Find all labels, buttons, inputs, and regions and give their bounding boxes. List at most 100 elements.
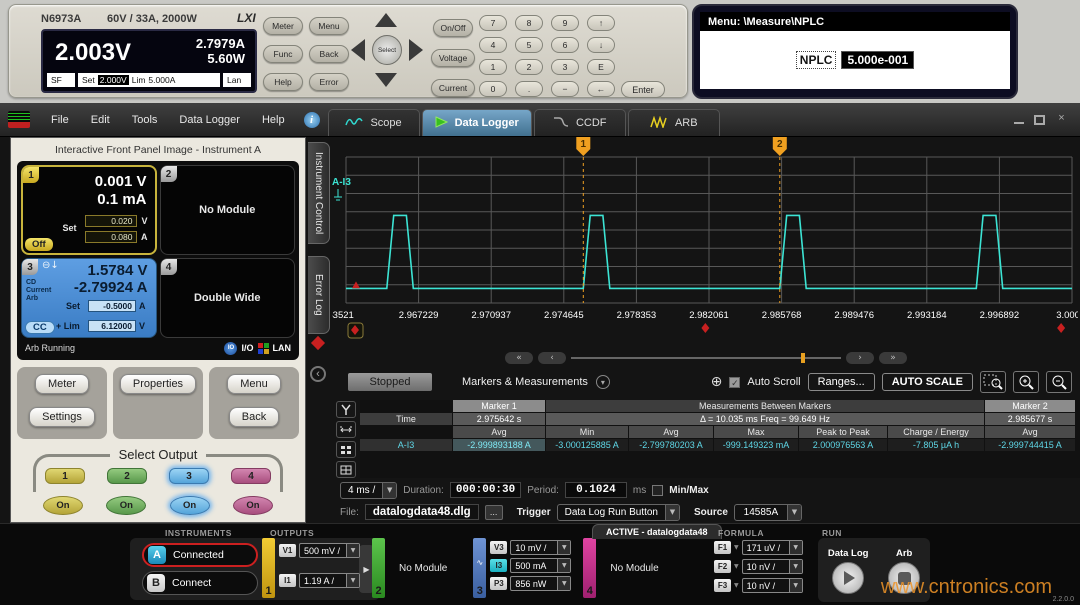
scroll-far-right-button[interactable]: » xyxy=(879,352,907,364)
chevron-down-icon[interactable]: ▾ xyxy=(596,375,610,389)
lan-icon[interactable] xyxy=(258,343,269,354)
current-button[interactable]: Current xyxy=(431,79,475,97)
panel-meter-button[interactable]: Meter xyxy=(35,374,89,394)
keypad-key[interactable]: 9 xyxy=(551,15,579,31)
collapse-panel-button[interactable]: ‹ xyxy=(310,366,326,382)
select-button[interactable]: Select xyxy=(372,35,402,65)
back-button[interactable]: Back xyxy=(309,45,349,63)
keypad-key[interactable]: 3 xyxy=(551,59,579,75)
nav-right-arrow[interactable] xyxy=(409,39,423,61)
keypad-key[interactable]: 8 xyxy=(515,15,543,31)
f2-range-dropdown[interactable]: 10 nV / ▼ xyxy=(742,559,803,574)
keypad-key[interactable]: 4 xyxy=(479,37,507,53)
keypad-key[interactable]: ↓ xyxy=(587,37,615,53)
auto-scroll-checkbox[interactable]: ✓ xyxy=(729,377,740,388)
keypad-key[interactable]: ← xyxy=(587,81,615,97)
keypad-key[interactable]: 2 xyxy=(515,59,543,75)
output-1-on-button[interactable]: On xyxy=(43,496,83,515)
menu-help[interactable]: Help xyxy=(251,114,296,126)
module-4[interactable]: 4 Double Wide xyxy=(160,258,296,338)
chevron-down-icon[interactable]: ▼ xyxy=(557,577,570,590)
scroll-track[interactable] xyxy=(571,357,841,359)
nav-left-arrow[interactable] xyxy=(351,39,365,61)
onoff-button[interactable]: On/Off xyxy=(433,19,473,37)
output-3-on-button[interactable]: On xyxy=(170,496,210,515)
i3-range-dropdown[interactable]: 500 mA ▼ xyxy=(510,558,571,573)
tab-data-logger[interactable]: Data Logger xyxy=(422,109,532,136)
timebase-dropdown[interactable]: 4 ms / ▼ xyxy=(340,482,397,499)
module-3-lim-voltage[interactable]: 6.12000 xyxy=(88,320,136,332)
scroll-right-button[interactable]: › xyxy=(846,352,874,364)
browse-button[interactable]: ... xyxy=(485,505,503,520)
module-3-set-current[interactable]: -0.5000 xyxy=(88,300,136,312)
crosshair-icon[interactable]: ⊕ xyxy=(711,374,723,390)
info-icon[interactable]: i xyxy=(304,112,320,128)
maximize-button[interactable] xyxy=(1034,115,1045,125)
file-name-field[interactable]: datalogdata48.dlg xyxy=(365,504,479,520)
trace-row-label[interactable]: A-I3 xyxy=(360,439,452,451)
active-datalog-tab[interactable]: ACTIVE - datalogdata48 xyxy=(592,524,722,539)
menu-tools[interactable]: Tools xyxy=(121,114,169,126)
scroll-thumb[interactable] xyxy=(801,353,805,363)
waveform-chart[interactable]: 122.9635212.9672292.9709372.9746452.9783… xyxy=(332,137,1080,349)
io-icon[interactable]: IO xyxy=(224,342,237,355)
output-4-on-button[interactable]: On xyxy=(233,496,273,515)
output-2-on-button[interactable]: On xyxy=(106,496,146,515)
ranges-button[interactable]: Ranges... xyxy=(808,373,875,391)
keypad-key[interactable]: 7 xyxy=(479,15,507,31)
output-4-select-button[interactable]: 4 xyxy=(231,468,271,484)
voltage-button[interactable]: Voltage xyxy=(431,49,475,67)
keypad-key[interactable]: 6 xyxy=(551,37,579,53)
minmax-checkbox[interactable] xyxy=(652,485,663,496)
enter-button[interactable]: Enter xyxy=(621,81,665,98)
menu-edit[interactable]: Edit xyxy=(80,114,121,126)
tab-arb[interactable]: ARB xyxy=(628,109,720,136)
value-peak-to-peak[interactable]: 2.000976563 A xyxy=(799,439,887,451)
tab-error-log[interactable]: Error Log xyxy=(308,256,330,334)
period-value[interactable]: 0.1024 xyxy=(565,482,627,498)
keypad-key[interactable]: . xyxy=(515,81,543,97)
v3-range-dropdown[interactable]: 10 mV / ▼ xyxy=(510,540,571,555)
panel-menu-button[interactable]: Menu xyxy=(227,374,281,394)
value-marker1-avg[interactable]: -2.999893188 A xyxy=(453,439,545,451)
chevron-down-icon[interactable]: ▼ xyxy=(557,559,570,572)
minimize-button[interactable] xyxy=(1014,116,1024,124)
f1-range-dropdown[interactable]: 171 uV / ▼ xyxy=(742,540,803,555)
marker-tool-icon[interactable] xyxy=(336,401,356,418)
tab-ccdf[interactable]: CCDF xyxy=(534,109,626,136)
keypad-key[interactable]: E xyxy=(587,59,615,75)
meter-button[interactable]: Meter xyxy=(263,17,303,35)
chevron-down-icon[interactable]: ▼ xyxy=(346,544,359,557)
keypad-key[interactable]: 0 xyxy=(479,81,507,97)
value-max[interactable]: -999.149323 mA xyxy=(714,439,798,451)
module-1-set-current[interactable]: 0.080 xyxy=(85,231,137,243)
zoom-out-button[interactable] xyxy=(1046,371,1072,393)
keypad-key[interactable]: 5 xyxy=(515,37,543,53)
keypad-key[interactable]: ↑ xyxy=(587,15,615,31)
i1-range-dropdown[interactable]: 1.19 A / ▼ xyxy=(299,573,360,588)
scroll-left-button[interactable]: ‹ xyxy=(538,352,566,364)
chevron-down-icon[interactable]: ▼ xyxy=(382,483,396,498)
duration-value[interactable]: 000:00:30 xyxy=(450,482,521,498)
chevron-down-icon[interactable]: ▼ xyxy=(557,541,570,554)
instrument-b-button[interactable]: B Connect xyxy=(142,571,258,595)
nav-down-arrow[interactable] xyxy=(375,73,397,87)
output-1-select-button[interactable]: 1 xyxy=(45,468,85,484)
chevron-down-icon[interactable]: ▼ xyxy=(787,505,801,520)
module-1-set-voltage[interactable]: 0.020 xyxy=(85,215,137,227)
chevron-down-icon[interactable]: ▼ xyxy=(665,505,679,520)
tab-scope[interactable]: Scope xyxy=(328,109,420,136)
module-1[interactable]: 1 0.001 V 0.1 mA Set 0.020 V 0.080 A Off xyxy=(21,165,157,255)
marker-delta-icon[interactable] xyxy=(336,421,356,438)
panel-properties-button[interactable]: Properties xyxy=(120,374,196,394)
chevron-down-icon[interactable]: ▼ xyxy=(346,574,359,587)
chevron-down-icon[interactable]: ▼ xyxy=(789,579,802,592)
source-dropdown[interactable]: 14585A ▼ xyxy=(734,504,802,521)
help-button[interactable]: Help xyxy=(263,73,303,91)
keypad-key[interactable]: 1 xyxy=(479,59,507,75)
module-3[interactable]: 3 ⊖↓ 1.5784 V -2.79924 A CD Current Arb … xyxy=(21,258,157,338)
func-button[interactable]: Func xyxy=(263,45,303,63)
output-2-select-button[interactable]: 2 xyxy=(107,468,147,484)
table-view-icon[interactable] xyxy=(336,461,356,478)
value-avg[interactable]: -2.799780203 A xyxy=(629,439,713,451)
